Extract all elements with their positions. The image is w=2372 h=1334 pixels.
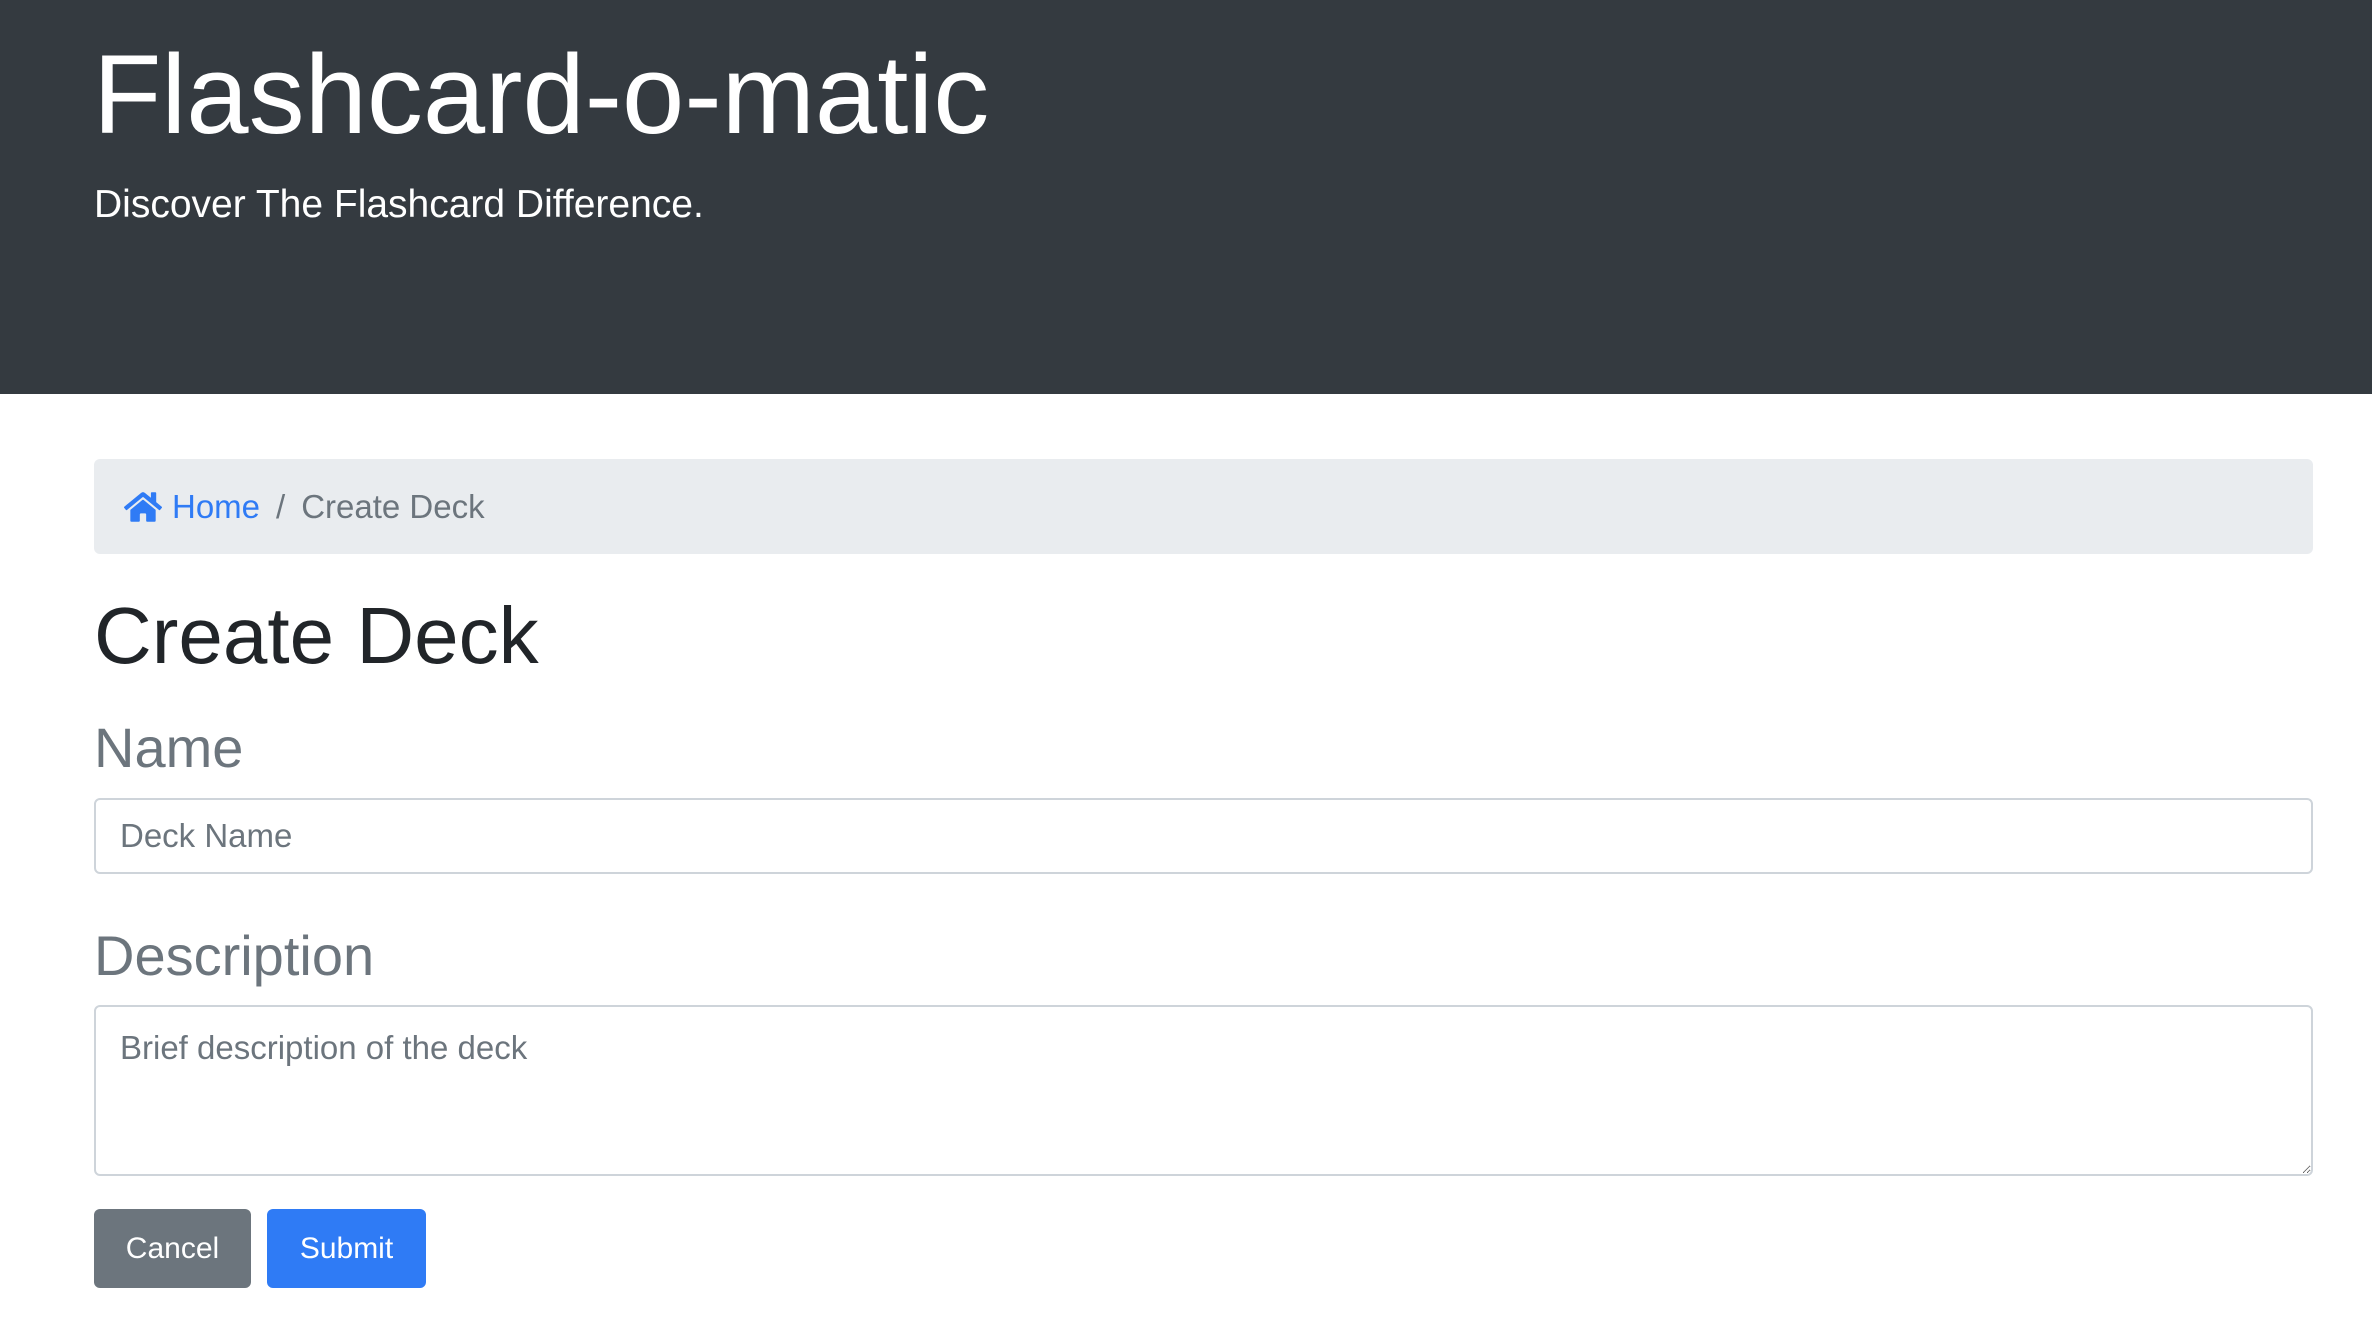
submit-button[interactable]: Submit [267,1209,426,1288]
app-title: Flashcard-o-matic [93,32,990,157]
breadcrumb-home-link[interactable]: Home [124,488,260,526]
breadcrumb-separator: / [276,487,286,525]
breadcrumb-home-label: Home [172,487,261,525]
header-banner: Flashcard-o-matic Discover The Flashcard… [0,0,2372,394]
deck-description-input[interactable] [94,1005,2313,1176]
deck-name-input[interactable] [94,798,2313,874]
home-icon [124,491,162,522]
page-title: Create Deck [94,591,539,680]
breadcrumb-current: Create Deck [301,487,485,525]
app-tagline: Discover The Flashcard Difference. [94,183,704,226]
breadcrumb: Home / Create Deck [94,459,2313,554]
name-label: Name [94,716,244,779]
description-label: Description [94,924,375,987]
cancel-button[interactable]: Cancel [94,1209,251,1288]
